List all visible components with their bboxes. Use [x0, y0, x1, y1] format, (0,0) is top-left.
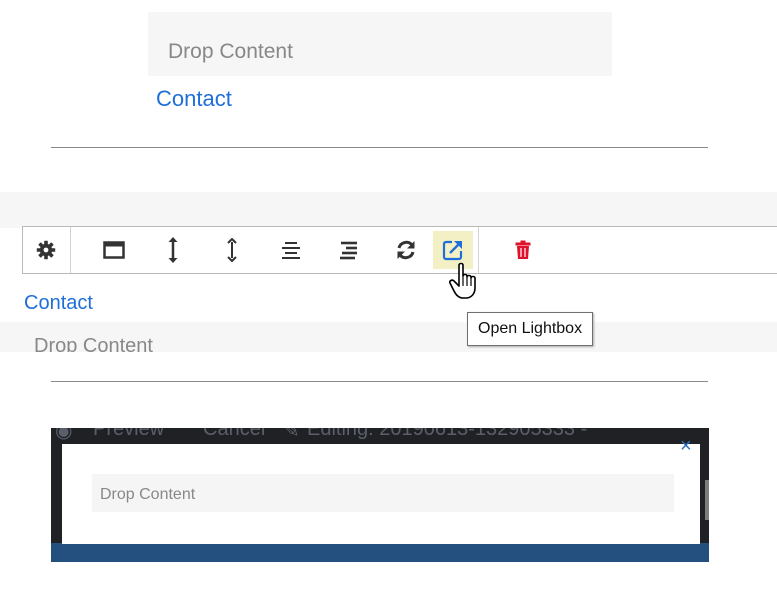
text-align-button[interactable]	[329, 231, 369, 269]
drop-zone-top	[0, 192, 777, 228]
align-center-icon	[282, 242, 300, 259]
height-button[interactable]	[153, 231, 193, 269]
element-toolbar	[22, 226, 777, 274]
layout-button[interactable]	[94, 231, 134, 269]
footer-bar	[51, 543, 709, 562]
refresh-button[interactable]	[386, 231, 426, 269]
toolbar-separator	[70, 227, 71, 273]
spacing-button[interactable]	[212, 231, 252, 269]
drop-content-label: Drop Content	[34, 335, 153, 352]
pencil-icon: ✎	[283, 428, 300, 442]
drop-content-label: Drop Content	[100, 486, 196, 503]
window-icon	[103, 241, 125, 259]
external-link-icon	[442, 240, 463, 261]
align-right-icon	[340, 241, 357, 260]
trash-icon	[515, 240, 531, 259]
editor-topbar: ◉ Preview Cancel ✎ Editing: 20190613-132…	[51, 428, 709, 444]
tooltip: Open Lightbox	[467, 312, 594, 346]
align-button[interactable]	[271, 231, 311, 269]
vertical-spacing-icon	[227, 238, 237, 262]
hand-cursor-icon	[449, 262, 483, 305]
divider	[51, 381, 708, 382]
cancel-button[interactable]: Cancel	[203, 428, 265, 441]
preview-button[interactable]: Preview	[93, 428, 164, 441]
editing-label: Editing: 20190613-132905333 -	[307, 428, 588, 440]
eye-icon: ◉	[55, 428, 73, 442]
scrollbar[interactable]	[705, 480, 709, 520]
drop-content-label: Drop Content	[168, 40, 293, 63]
close-icon[interactable]: ×	[680, 436, 692, 456]
contact-link[interactable]: Contact	[156, 86, 232, 112]
delete-button[interactable]	[503, 231, 543, 269]
settings-button[interactable]	[26, 231, 66, 269]
contact-link[interactable]: Contact	[24, 292, 93, 315]
gear-icon	[36, 240, 56, 260]
divider	[51, 147, 708, 148]
resize-vertical-icon	[168, 237, 178, 263]
refresh-icon	[397, 240, 415, 260]
